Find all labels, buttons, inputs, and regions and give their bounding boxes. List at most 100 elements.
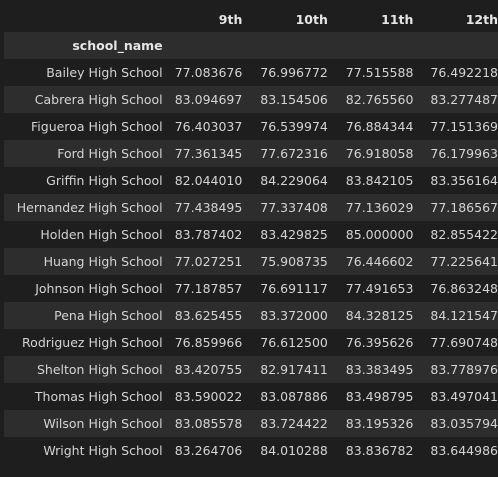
cell-12th: 83.356164 bbox=[430, 173, 498, 188]
table-row: Wilson High School 83.085578 83.724422 83.1… bbox=[4, 410, 498, 437]
cell-9th: 83.085578 bbox=[162, 410, 243, 437]
index-name-blank-cell bbox=[162, 32, 243, 59]
index-name-blank-cell bbox=[327, 32, 414, 59]
cell-11th: 76.884344 bbox=[345, 119, 414, 134]
row-index-school-name: Cabrera High School bbox=[4, 86, 163, 113]
cell-11th: 77.491653 bbox=[345, 281, 414, 296]
cell-10th: 76.539974 bbox=[260, 119, 328, 134]
row-index-school-name: Thomas High School bbox=[34, 389, 163, 404]
table-row: Johnson High School 77.187857 76.691117 77.… bbox=[4, 275, 498, 302]
table-row: Shelton High School 83.420755 82.917411 83.… bbox=[4, 356, 498, 383]
row-index-school-name: Hernandez High School bbox=[4, 194, 163, 221]
row-index-school-name: Ford High School bbox=[4, 140, 163, 167]
cell-9th: 83.094697 bbox=[162, 86, 243, 113]
cell-10th: 82.917411 bbox=[242, 356, 328, 383]
cell-12th: 77.186567 bbox=[413, 194, 498, 221]
cell-10th: 75.908735 bbox=[242, 248, 328, 275]
cell-9th: 83.625455 bbox=[162, 302, 243, 329]
row-index-school-name: Shelton High School bbox=[4, 356, 163, 383]
table-row: Figueroa High School 76.403037 76.539974 76… bbox=[4, 113, 498, 140]
table-row: Ford High School 77.361345 77.672316 76.918… bbox=[4, 140, 498, 167]
row-index-school-name: Bailey High School bbox=[46, 65, 163, 80]
table-row: Huang High School 77.027251 75.908735 76.44… bbox=[4, 248, 498, 275]
cell-12th: 82.855422 bbox=[430, 227, 498, 242]
cell-10th: 83.724422 bbox=[242, 410, 328, 437]
cell-11th: 82.765560 bbox=[327, 86, 414, 113]
cell-10th: 76.996772 bbox=[260, 65, 328, 80]
table-row: Cabrera High School 83.094697 83.154506 82.… bbox=[4, 86, 498, 113]
cell-10th: 84.010288 bbox=[260, 443, 328, 458]
index-header-blank bbox=[4, 7, 163, 32]
column-header-9th: 9th bbox=[218, 12, 243, 27]
cell-9th: 77.083676 bbox=[174, 65, 243, 80]
cell-12th: 83.778976 bbox=[413, 356, 498, 383]
cell-10th: 83.372000 bbox=[242, 302, 328, 329]
cell-11th: 76.446602 bbox=[327, 248, 414, 275]
cell-9th: 76.859966 bbox=[174, 335, 243, 350]
dataframe-table: 9th 10th 11th 12th school_name Bailey Hi… bbox=[4, 7, 498, 464]
column-header-10th: 10th bbox=[295, 12, 328, 27]
cell-12th: 83.035794 bbox=[413, 410, 498, 437]
row-index-school-name: Johnson High School bbox=[35, 281, 163, 296]
cell-12th: 76.863248 bbox=[430, 281, 498, 296]
index-name-label: school_name bbox=[4, 32, 163, 59]
index-name-blank-cell bbox=[413, 32, 498, 59]
cell-10th: 76.612500 bbox=[260, 335, 328, 350]
cell-11th: 83.195326 bbox=[327, 410, 414, 437]
cell-9th: 83.264706 bbox=[174, 443, 243, 458]
column-header-12th: 12th bbox=[465, 12, 498, 27]
cell-9th: 83.787402 bbox=[174, 227, 243, 242]
cell-10th: 83.087886 bbox=[260, 389, 328, 404]
cell-12th: 76.179963 bbox=[413, 140, 498, 167]
row-index-school-name: Griffin High School bbox=[46, 173, 163, 188]
table-row: Hernandez High School 77.438495 77.337408 7… bbox=[4, 194, 498, 221]
cell-12th: 77.151369 bbox=[430, 119, 498, 134]
cell-11th: 83.836782 bbox=[345, 443, 414, 458]
cell-12th: 77.225641 bbox=[413, 248, 498, 275]
cell-10th: 77.672316 bbox=[242, 140, 328, 167]
table-row: Bailey High School 77.083676 76.996772 77.5… bbox=[4, 59, 498, 86]
table-row: Pena High School 83.625455 83.372000 84.328… bbox=[4, 302, 498, 329]
cell-10th: 84.229064 bbox=[260, 173, 328, 188]
cell-9th: 77.361345 bbox=[162, 140, 243, 167]
cell-12th: 84.121547 bbox=[413, 302, 498, 329]
cell-10th: 76.691117 bbox=[260, 281, 328, 296]
cell-9th: 83.590022 bbox=[174, 389, 243, 404]
cell-9th: 77.438495 bbox=[162, 194, 243, 221]
table-row: Holden High School 83.787402 83.429825 85.0… bbox=[4, 221, 498, 248]
table-row: Rodriguez High School 76.859966 76.612500 7… bbox=[4, 329, 498, 356]
row-index-school-name: Rodriguez High School bbox=[22, 335, 163, 350]
cell-12th: 77.690748 bbox=[430, 335, 498, 350]
dataframe-output: 9th 10th 11th 12th school_name Bailey Hi… bbox=[0, 0, 498, 477]
table-row: Wright High School 83.264706 84.010288 83.8… bbox=[4, 437, 498, 464]
cell-11th: 85.000000 bbox=[345, 227, 414, 242]
table-body: Bailey High School 77.083676 76.996772 77.5… bbox=[4, 59, 498, 464]
cell-10th: 83.429825 bbox=[260, 227, 328, 242]
cell-11th: 84.328125 bbox=[327, 302, 414, 329]
table-row: Griffin High School 82.044010 84.229064 83.… bbox=[4, 167, 498, 194]
row-index-school-name: Pena High School bbox=[4, 302, 163, 329]
row-index-school-name: Figueroa High School bbox=[31, 119, 163, 134]
cell-12th: 83.644986 bbox=[430, 443, 498, 458]
cell-9th: 77.027251 bbox=[162, 248, 243, 275]
column-header-11th: 11th bbox=[381, 12, 414, 27]
cell-11th: 76.395626 bbox=[345, 335, 414, 350]
index-name-blank-cell bbox=[242, 32, 328, 59]
cell-11th: 83.842105 bbox=[345, 173, 414, 188]
cell-10th: 77.337408 bbox=[242, 194, 328, 221]
index-name-row: school_name bbox=[4, 32, 498, 59]
cell-11th: 83.383495 bbox=[327, 356, 414, 383]
cell-9th: 83.420755 bbox=[162, 356, 243, 383]
row-index-school-name: Huang High School bbox=[4, 248, 163, 275]
cell-11th: 76.918058 bbox=[327, 140, 414, 167]
cell-11th: 83.498795 bbox=[345, 389, 414, 404]
cell-9th: 77.187857 bbox=[174, 281, 243, 296]
cell-11th: 77.136029 bbox=[327, 194, 414, 221]
cell-12th: 83.497041 bbox=[430, 389, 498, 404]
cell-12th: 76.492218 bbox=[430, 65, 498, 80]
cell-10th: 83.154506 bbox=[242, 86, 328, 113]
row-index-school-name: Holden High School bbox=[40, 227, 163, 242]
cell-11th: 77.515588 bbox=[345, 65, 414, 80]
column-header-row: 9th 10th 11th 12th bbox=[4, 7, 498, 32]
row-index-school-name: Wright High School bbox=[43, 443, 163, 458]
